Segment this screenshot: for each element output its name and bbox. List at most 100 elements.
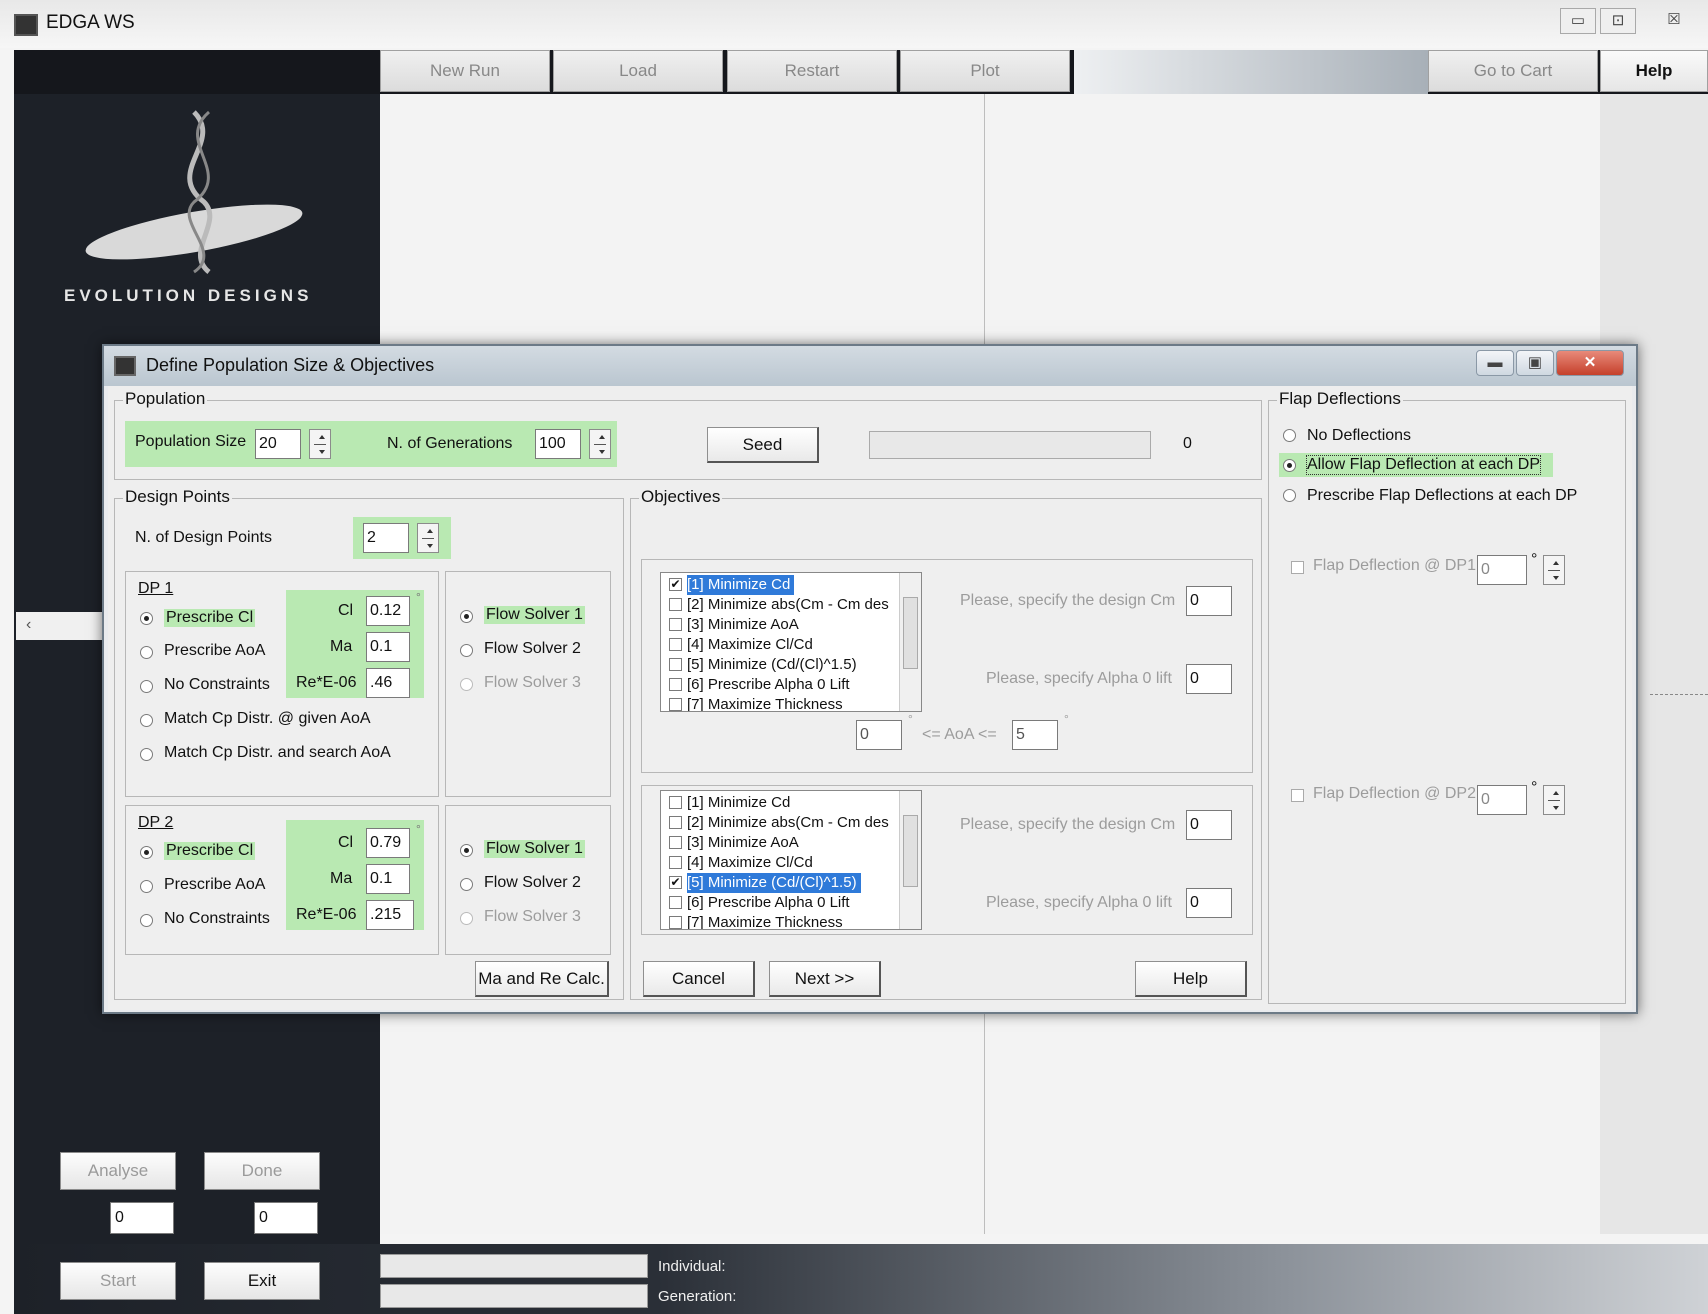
dp2-ma-input[interactable]: 0.1 — [366, 864, 410, 894]
flap-deflections-group: Flap Deflections No Deflections Allow Fl… — [1268, 389, 1626, 1004]
dp1-cl-input[interactable]: 0.12 — [366, 596, 410, 626]
list-item[interactable]: [2] Minimize abs(Cm - Cm des — [663, 813, 897, 833]
flap-dp2-checkbox[interactable] — [1291, 789, 1304, 802]
maximize-button[interactable]: ⊡ — [1600, 8, 1636, 34]
flap-dp2-input[interactable]: 0 — [1477, 785, 1527, 815]
allow-flap-radio[interactable] — [1283, 459, 1296, 472]
list-item[interactable]: [7] Maximize Thickness — [663, 695, 897, 711]
scrollbar-thumb[interactable] — [903, 815, 918, 887]
dp2-cl-input[interactable]: 0.79 — [366, 828, 410, 858]
allow-flap-label: Allow Flap Deflection at each DP — [1306, 455, 1541, 475]
dialog-minimize-button[interactable]: ▬ — [1476, 350, 1514, 376]
done-value[interactable]: 0 — [254, 1202, 318, 1234]
dialog-help-button[interactable]: Help — [1135, 961, 1247, 997]
dp2-no-constraints-radio[interactable] — [140, 914, 153, 927]
load-button[interactable]: Load — [553, 50, 723, 92]
list-item[interactable]: [6] Prescribe Alpha 0 Lift — [663, 675, 897, 695]
dialog-close-button[interactable]: ✕ — [1556, 350, 1624, 376]
dp1-cl-label: Cl — [338, 602, 354, 619]
next-button[interactable]: Next >> — [769, 961, 881, 997]
flap-dp1-checkbox[interactable] — [1291, 561, 1304, 574]
dp2-objectives-list[interactable]: [1] Minimize Cd [2] Minimize abs(Cm - Cm… — [660, 790, 922, 930]
plot-button[interactable]: Plot — [900, 50, 1070, 92]
list-item[interactable]: [3] Minimize AoA — [663, 833, 897, 853]
dp1-flow-solver-2-radio[interactable] — [460, 644, 473, 657]
list-item[interactable]: [4] Maximize Cl/Cd — [663, 853, 897, 873]
scrollbar[interactable] — [899, 573, 921, 711]
dialog-title: Define Population Size & Objectives — [146, 355, 435, 375]
alpha0-input[interactable]: 0 — [1186, 664, 1232, 694]
seed-button[interactable]: Seed — [707, 427, 819, 463]
analyse-button[interactable]: Analyse — [60, 1152, 176, 1190]
dp2-design-cm-input[interactable]: 0 — [1186, 810, 1232, 840]
dp2-prescribe-aoa-radio[interactable] — [140, 880, 153, 893]
dp2-flow-solver-2-radio[interactable] — [460, 878, 473, 891]
dp2-re-input[interactable]: .215 — [366, 900, 414, 930]
scrollbar-thumb[interactable] — [903, 597, 918, 669]
dp2-panel: DP 2 Prescribe Cl Prescribe AoA No Const… — [125, 805, 439, 955]
dp1-no-constraints-radio[interactable] — [140, 680, 153, 693]
dp2-prescribe-cl-radio[interactable] — [140, 846, 153, 859]
population-size-input[interactable]: 20 — [255, 429, 301, 459]
flap-dp2-stepper[interactable] — [1543, 785, 1565, 815]
list-item[interactable]: [7] Maximize Thickness — [663, 913, 897, 929]
dp2-flow-solver-1-radio[interactable] — [460, 844, 473, 857]
restart-button[interactable]: Restart — [727, 50, 897, 92]
aoa-min-input[interactable]: 0 — [856, 720, 902, 750]
flap-dp1-input[interactable]: 0 — [1477, 555, 1527, 585]
dp1-prescribe-aoa-radio[interactable] — [140, 646, 153, 659]
new-run-button[interactable]: New Run — [380, 50, 550, 92]
analyse-value[interactable]: 0 — [110, 1202, 174, 1234]
dp1-match-cp-given-radio[interactable] — [140, 714, 153, 727]
aoa-max-input[interactable]: 5 — [1012, 720, 1058, 750]
help-button[interactable]: Help — [1600, 50, 1708, 92]
collapse-arrow-icon[interactable]: ‹ — [16, 612, 102, 640]
dp1-ma-input[interactable]: 0.1 — [366, 632, 410, 662]
close-button[interactable]: ☒ — [1656, 8, 1692, 34]
dp1-cl-deg: ° — [416, 590, 421, 604]
list-item[interactable]: [3] Minimize AoA — [663, 615, 897, 635]
dp1-objectives-list[interactable]: ✔ [1] Minimize Cd [2] Minimize abs(Cm - C… — [660, 572, 922, 712]
n-design-points-stepper[interactable] — [417, 523, 439, 553]
population-group: Population Population Size 20 N. of Gene… — [114, 389, 1262, 480]
list-item[interactable]: ✔ [5] Minimize (Cd/(Cl)^1.5) — [663, 873, 897, 893]
list-item-label: [2] Minimize abs(Cm - Cm des — [687, 596, 889, 613]
dp2-flow-solver-2-label: Flow Solver 2 — [484, 874, 581, 891]
ma-re-calc-button[interactable]: Ma and Re Calc. — [475, 961, 609, 997]
list-item[interactable]: ✔ [1] Minimize Cd — [663, 575, 897, 595]
list-item-label: [1] Minimize Cd — [687, 575, 795, 595]
minimize-button[interactable]: ▭ — [1560, 8, 1596, 34]
go-to-cart-button[interactable]: Go to Cart — [1428, 50, 1598, 92]
cancel-button[interactable]: Cancel — [643, 961, 755, 997]
dp1-prescribe-cl-radio[interactable] — [140, 612, 153, 625]
done-button[interactable]: Done — [204, 1152, 320, 1190]
n-design-points-input[interactable]: 2 — [363, 523, 409, 553]
no-deflections-radio[interactable] — [1283, 429, 1296, 442]
list-item[interactable]: [6] Prescribe Alpha 0 Lift — [663, 893, 897, 913]
start-button[interactable]: Start — [60, 1262, 176, 1300]
dp2-flow-solver-3-radio[interactable] — [460, 912, 473, 925]
dp1-match-cp-search-radio[interactable] — [140, 748, 153, 761]
scrollbar[interactable] — [899, 791, 921, 929]
dp2-alpha0-input[interactable]: 0 — [1186, 888, 1232, 918]
list-item[interactable]: [1] Minimize Cd — [663, 793, 897, 813]
dp1-flow-solver-3-radio[interactable] — [460, 678, 473, 691]
dialog-maximize-button[interactable]: ▣ — [1516, 350, 1554, 376]
prescribe-flap-radio[interactable] — [1283, 489, 1296, 502]
logo-text: EVOLUTION DESIGNS — [64, 286, 313, 305]
dp1-re-input[interactable]: .46 — [366, 668, 410, 698]
design-points-group: Design Points N. of Design Points 2 DP 1… — [114, 487, 624, 1000]
list-item[interactable]: [2] Minimize abs(Cm - Cm des — [663, 595, 897, 615]
population-size-stepper[interactable] — [309, 429, 331, 459]
flap-dp1-stepper[interactable] — [1543, 555, 1565, 585]
title-bar: EDGA WS ▭ ⊡ ☒ — [0, 0, 1708, 48]
design-cm-input[interactable]: 0 — [1186, 586, 1232, 616]
exit-button[interactable]: Exit — [204, 1262, 320, 1300]
dp1-prescribe-aoa-label: Prescribe AoA — [164, 642, 266, 659]
generations-stepper[interactable] — [589, 429, 611, 459]
generations-input[interactable]: 100 — [535, 429, 581, 459]
list-item[interactable]: [4] Maximize Cl/Cd — [663, 635, 897, 655]
list-item[interactable]: [5] Minimize (Cd/(Cl)^1.5) — [663, 655, 897, 675]
aoa-max-deg: ° — [1064, 712, 1069, 726]
dp1-flow-solver-1-radio[interactable] — [460, 610, 473, 623]
